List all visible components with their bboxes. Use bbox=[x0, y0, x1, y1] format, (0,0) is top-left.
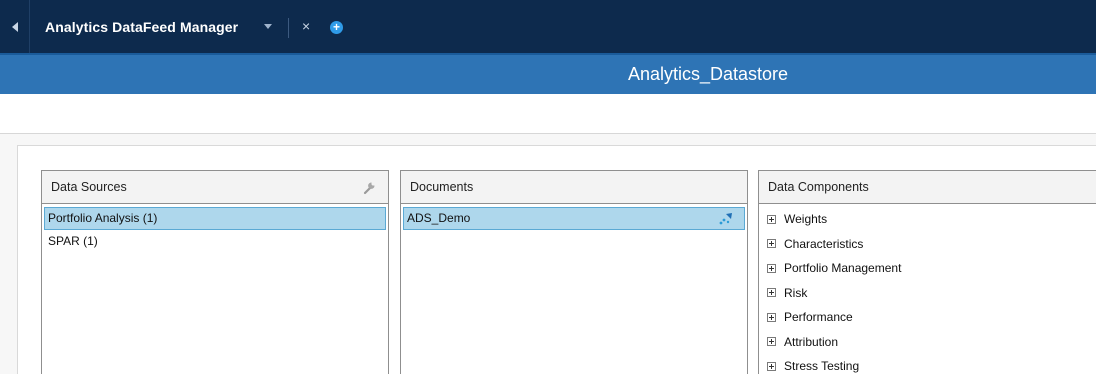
tree-item-risk[interactable]: Risk bbox=[767, 281, 901, 306]
tree-item-portfolio-management[interactable]: Portfolio Management bbox=[767, 256, 901, 281]
document-name: ADS_Demo bbox=[407, 211, 471, 225]
data-sources-title: Data Sources bbox=[51, 180, 127, 194]
plus-square-icon[interactable] bbox=[767, 337, 776, 347]
data-components-title: Data Components bbox=[768, 180, 869, 194]
document-row-selected[interactable]: ADS_Demo bbox=[403, 207, 745, 230]
document-link-icon[interactable] bbox=[718, 210, 734, 226]
tab-separator bbox=[288, 18, 289, 38]
tab-title[interactable]: Analytics DataFeed Manager bbox=[45, 19, 238, 35]
documents-header: Documents bbox=[401, 171, 747, 204]
page-header: Analytics_Datastore bbox=[0, 53, 1096, 94]
tree-item-characteristics[interactable]: Characteristics bbox=[767, 232, 901, 257]
plus-square-icon[interactable] bbox=[767, 239, 776, 249]
data-components-panel: Data Components Weights Characteristics … bbox=[758, 170, 1096, 374]
plus-square-icon[interactable] bbox=[767, 361, 776, 371]
list-item-selected[interactable]: Portfolio Analysis (1) bbox=[44, 207, 386, 230]
tree-item-performance[interactable]: Performance bbox=[767, 305, 901, 330]
tree-item-weights[interactable]: Weights bbox=[767, 207, 901, 232]
list-item[interactable]: SPAR (1) bbox=[44, 234, 98, 248]
plus-square-icon[interactable] bbox=[767, 312, 776, 322]
documents-panel: Documents ADS_Demo bbox=[400, 170, 748, 374]
back-arrow-icon[interactable] bbox=[0, 0, 30, 53]
plus-square-icon[interactable] bbox=[767, 214, 776, 224]
data-sources-panel: Data Sources Portfolio Analysis (1) SPAR… bbox=[41, 170, 389, 374]
tree-item-stress-testing[interactable]: Stress Testing bbox=[767, 354, 901, 379]
wrench-icon[interactable] bbox=[362, 179, 378, 195]
tab-bar: Analytics DataFeed Manager × + bbox=[0, 0, 1096, 53]
plus-square-icon[interactable] bbox=[767, 288, 776, 298]
tree-item-label: Stress Testing bbox=[784, 359, 860, 374]
tree-item-label: Portfolio Management bbox=[784, 261, 902, 276]
tree-item-label: Performance bbox=[784, 310, 853, 325]
close-icon[interactable]: × bbox=[302, 19, 310, 33]
tree-item-label: Attribution bbox=[784, 334, 839, 349]
data-components-header: Data Components bbox=[759, 171, 1096, 204]
documents-title: Documents bbox=[410, 180, 474, 194]
tree-item-label: Characteristics bbox=[784, 236, 864, 251]
chevron-down-icon[interactable] bbox=[264, 24, 272, 29]
tree-item-label: Weights bbox=[784, 212, 828, 227]
toolbar bbox=[0, 94, 1096, 134]
tree-item-label: Risk bbox=[784, 285, 808, 300]
page-title: Analytics_Datastore bbox=[627, 64, 789, 84]
data-sources-header: Data Sources bbox=[42, 171, 388, 204]
plus-square-icon[interactable] bbox=[767, 263, 776, 273]
tree-item-attribution[interactable]: Attribution bbox=[767, 330, 901, 355]
component-tree: Weights Characteristics Portfolio Manage… bbox=[767, 207, 901, 379]
add-tab-icon[interactable]: + bbox=[330, 21, 343, 34]
